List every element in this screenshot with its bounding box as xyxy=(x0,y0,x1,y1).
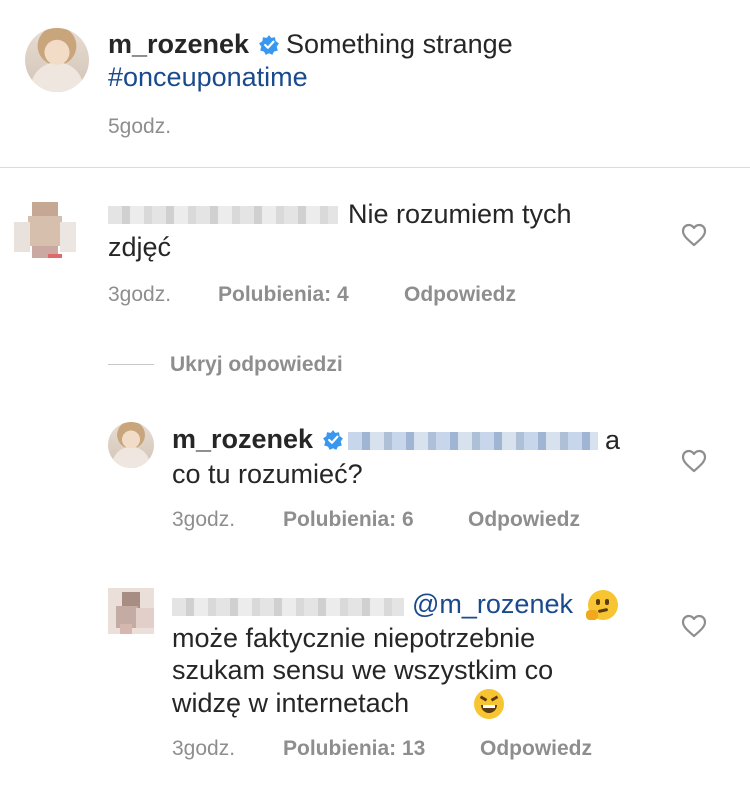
reply-2-reply-button[interactable]: Odpowiedz xyxy=(480,737,592,761)
reply-2-time: 3godz. xyxy=(172,737,236,760)
replies-toggle-line xyxy=(108,364,154,365)
post-username[interactable]: m_rozenek xyxy=(108,29,249,59)
reply-1-header: m_rozenek xyxy=(172,424,344,455)
comment-1-like-heart-icon[interactable] xyxy=(681,223,707,247)
caption-divider xyxy=(0,167,750,168)
reply-1-text-line2: co tu rozumieć? xyxy=(172,459,363,489)
comment-1-reply-button[interactable]: Odpowiedz xyxy=(404,283,516,307)
post-author-avatar[interactable] xyxy=(25,28,89,92)
post-time: 5godz. xyxy=(108,115,172,138)
reply-1-mention-blurred[interactable] xyxy=(348,432,598,450)
reply-2-mention[interactable]: @m_rozenek xyxy=(412,589,573,620)
verified-badge-icon xyxy=(322,430,343,450)
reply-2-text-line2: może faktycznie niepotrzebnie xyxy=(172,623,536,653)
comment-1-text-line1: Nie rozumiem tych xyxy=(348,199,572,229)
thinking-face-icon xyxy=(586,590,618,620)
reply-2-username-blurred[interactable] xyxy=(172,598,404,616)
post-hashtag[interactable]: #onceuponatime xyxy=(108,62,308,93)
hide-replies-button[interactable]: Ukryj odpowiedzi xyxy=(170,353,343,377)
reply-1-reply-button[interactable]: Odpowiedz xyxy=(468,508,580,532)
comment-1-likes[interactable]: Polubienia: 4 xyxy=(218,283,349,307)
reply-2-likes[interactable]: Polubienia: 13 xyxy=(283,737,425,761)
reply-2-avatar[interactable] xyxy=(108,588,154,634)
post-caption-text: Something strange xyxy=(285,29,513,59)
post-caption: m_rozenek Something strange xyxy=(108,28,728,61)
comment-1-time: 3godz. xyxy=(108,283,172,306)
reply-1-avatar[interactable] xyxy=(108,422,154,468)
reply-1-text-tail: a xyxy=(605,425,621,455)
reply-1-like-heart-icon[interactable] xyxy=(681,449,707,473)
comment-1-username-blurred[interactable] xyxy=(108,206,338,224)
reply-2-like-heart-icon[interactable] xyxy=(681,614,707,638)
reply-1-time: 3godz. xyxy=(172,508,236,531)
verified-badge-icon xyxy=(258,35,279,55)
reply-2-text-line3: szukam sensu we wszystkim co xyxy=(172,655,554,685)
reply-1-username[interactable]: m_rozenek xyxy=(172,424,313,454)
comment-1-text-line2: zdjęć xyxy=(108,232,172,262)
comment-1-avatar[interactable] xyxy=(14,196,76,258)
reply-2-text-line4: widzę w internetach xyxy=(172,688,410,718)
grinning-squinting-face-icon xyxy=(474,689,505,719)
reply-1-likes[interactable]: Polubienia: 6 xyxy=(283,508,414,532)
